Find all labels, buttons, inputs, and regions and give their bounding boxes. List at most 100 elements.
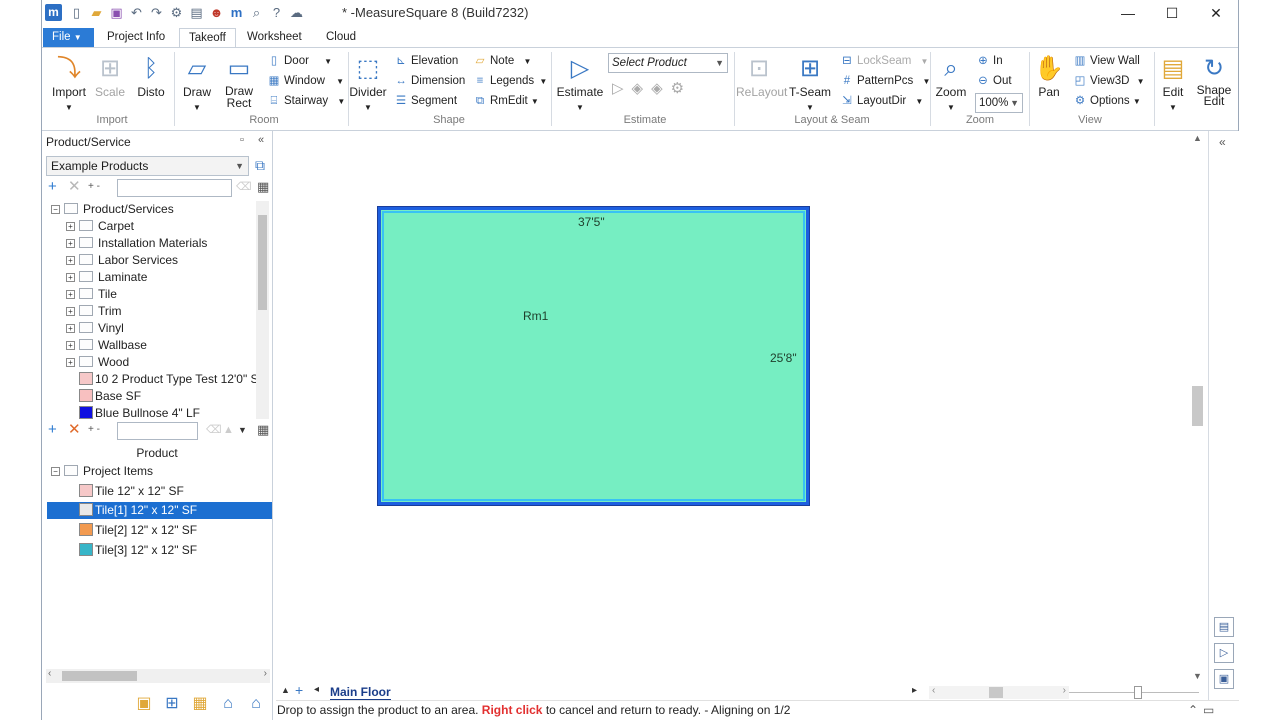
maximize-button[interactable]: ☐ [1150, 2, 1194, 24]
catalog-dropdown[interactable]: Example Products ▼ [46, 156, 249, 176]
expand-icon[interactable]: + [66, 239, 75, 248]
options-button[interactable]: ⚙ Options ▼ [1073, 92, 1141, 110]
collapse-icon[interactable]: − [51, 205, 60, 214]
tseam-button[interactable]: ⊞ T-Seam ▼ [788, 53, 832, 113]
scrollbar-thumb[interactable] [62, 671, 137, 681]
pattern-icon[interactable]: ⊞ [161, 694, 183, 714]
project-item[interactable]: Tile[3] 12" x 12" SF [79, 542, 197, 559]
disto-button[interactable]: ᛒ Disto [135, 53, 167, 99]
add-icon[interactable]: + [48, 178, 57, 196]
move-icon[interactable]: + - [88, 178, 100, 196]
tab-worksheet[interactable]: Worksheet [238, 28, 311, 48]
product-item[interactable]: Blue Bullnose 4" LF [79, 405, 200, 419]
person-icon[interactable]: ☻ [208, 4, 225, 21]
grid-view-icon[interactable]: ▦ [257, 421, 269, 439]
house-icon[interactable]: ⌂ [217, 694, 239, 714]
scrollbar-thumb[interactable] [258, 215, 267, 310]
delete-icon[interactable]: ✕ [68, 178, 81, 196]
zoom-level-dropdown[interactable]: 100% ▼ [975, 93, 1023, 113]
move-icon[interactable]: + - [88, 421, 100, 439]
zoom-slider-handle[interactable] [1134, 686, 1142, 699]
collapse-icon[interactable]: − [51, 467, 60, 476]
tree-item-tile[interactable]: + Tile [66, 286, 117, 303]
project-item-selected[interactable]: Tile[1] 12" x 12" SF [79, 502, 197, 519]
window-button[interactable]: ▦ Window ▼ [267, 72, 344, 90]
catalog-manage-icon[interactable]: ⧉ [255, 157, 265, 174]
layoutdir-button[interactable]: ⇲ LayoutDir ▼ [840, 92, 923, 110]
draw-button[interactable]: ▱ Draw ▼ [180, 53, 214, 113]
close-button[interactable]: ✕ [1194, 2, 1238, 24]
zoom-out-button[interactable]: ⊖ Out [976, 72, 1011, 90]
product-item[interactable]: 10 2 Product Type Test 12'0" SY [79, 371, 267, 388]
note-button[interactable]: ▱ Note ▼ [473, 52, 532, 70]
import-button[interactable]: ⤵ Import ▼ [50, 53, 88, 113]
divider-button[interactable]: ⬚ Divider ▼ [348, 53, 388, 113]
print-preview-icon[interactable]: ⌕ [248, 4, 265, 21]
relayout-button[interactable]: ⊡ ReLayout [736, 53, 787, 99]
tab-file[interactable]: File ▼ [43, 28, 94, 48]
chevron-up-double-icon[interactable]: ⌃ [1188, 701, 1198, 720]
minimize-button[interactable]: — [1106, 2, 1150, 24]
lockseam-button[interactable]: ⊟ LockSeam ▼ [840, 52, 928, 70]
cloud-icon[interactable]: ☁ [288, 4, 305, 21]
room-shape[interactable]: 37'5" Rm1 25'8" [377, 206, 810, 506]
zoom-button[interactable]: ⌕ Zoom ▼ [932, 53, 970, 113]
segment-button[interactable]: ☰ Segment [394, 92, 457, 110]
collapse-icon[interactable]: « [258, 134, 264, 146]
chevron-right-icon[interactable]: › [264, 668, 267, 679]
tree-item-trim[interactable]: + Trim [66, 303, 122, 320]
add-sheet-icon[interactable]: + [295, 682, 303, 698]
chevron-down-icon[interactable]: ▼ [238, 421, 247, 439]
legends-button[interactable]: ≡ Legends ▼ [473, 72, 548, 90]
expand-icon[interactable]: + [66, 290, 75, 299]
expand-icon[interactable]: + [66, 307, 75, 316]
settings-icon[interactable]: ⚙ [168, 4, 185, 21]
tab-takeoff[interactable]: Takeoff [179, 28, 236, 48]
template-icon[interactable]: ▤ [188, 4, 205, 21]
delete-icon[interactable]: ✕ [68, 421, 81, 439]
product-search-input[interactable] [117, 179, 232, 197]
pan-button[interactable]: ✋ Pan [1032, 53, 1066, 99]
tree-item-laminate[interactable]: + Laminate [66, 269, 147, 286]
sheet-next-icon[interactable]: ▸ [912, 685, 917, 696]
add-icon[interactable]: + [48, 421, 57, 439]
box-icon[interactable]: ▣ [133, 694, 155, 714]
clear-search-icon[interactable]: ⌫ [206, 421, 222, 439]
project-item[interactable]: Tile 12" x 12" SF [79, 483, 184, 500]
product-tree-scrollbar[interactable] [256, 201, 269, 419]
dimension-button[interactable]: ↔ Dimension [394, 72, 465, 90]
select-product-dropdown[interactable]: Select Product ▼ [608, 53, 728, 73]
edit-button[interactable]: ▤ Edit ▼ [1156, 53, 1190, 113]
draw-rect-button[interactable]: ▭ Draw Rect [220, 53, 258, 109]
scrollbar-thumb[interactable] [989, 687, 1003, 698]
project-item[interactable]: Tile[2] 12" x 12" SF [79, 522, 197, 539]
canvas-horizontal-scrollbar[interactable]: ‹ › [929, 685, 1069, 699]
elevation-button[interactable]: ⊾ Elevation [394, 52, 458, 70]
estimate-panel-icon[interactable]: ▷ [1214, 643, 1234, 663]
zoom-in-button[interactable]: ⊕ In [976, 52, 1002, 70]
tiles-icon[interactable]: ▦ [189, 694, 211, 714]
chevron-up-icon[interactable]: ▲ [1193, 133, 1202, 143]
project-search-input[interactable] [117, 422, 198, 440]
chevron-left-icon[interactable]: ‹ [48, 668, 51, 679]
tab-main-floor[interactable]: Main Floor [330, 685, 391, 701]
house-edit-icon[interactable]: ⌂ [245, 694, 267, 714]
tree-item-labor-services[interactable]: + Labor Services [66, 252, 178, 269]
expand-icon[interactable]: + [66, 324, 75, 333]
product-column-header[interactable]: Product [46, 444, 268, 462]
view-wall-button[interactable]: ▥ View Wall [1073, 52, 1140, 70]
chevron-left-icon[interactable]: ‹ [932, 685, 935, 696]
patternpcs-button[interactable]: # PatternPcs ▼ [840, 72, 931, 90]
stairway-button[interactable]: ⌸ Stairway ▼ [267, 92, 346, 110]
tree-item-wood[interactable]: + Wood [66, 354, 129, 371]
expand-icon[interactable]: + [66, 256, 75, 265]
tab-cloud[interactable]: Cloud [317, 28, 365, 48]
shape-edit-button[interactable]: ↻ Shape Edit [1194, 53, 1234, 107]
expand-icon[interactable]: + [66, 222, 75, 231]
restore-icon[interactable]: ▫ [240, 134, 244, 146]
new-doc-icon[interactable]: ▯ [68, 4, 85, 21]
sheet-prev-icon[interactable]: ◂ [314, 684, 319, 695]
project-items-hscrollbar[interactable]: ‹ › [46, 668, 270, 683]
expand-icon[interactable]: + [66, 341, 75, 350]
tree-item-carpet[interactable]: + Carpet [66, 218, 134, 235]
